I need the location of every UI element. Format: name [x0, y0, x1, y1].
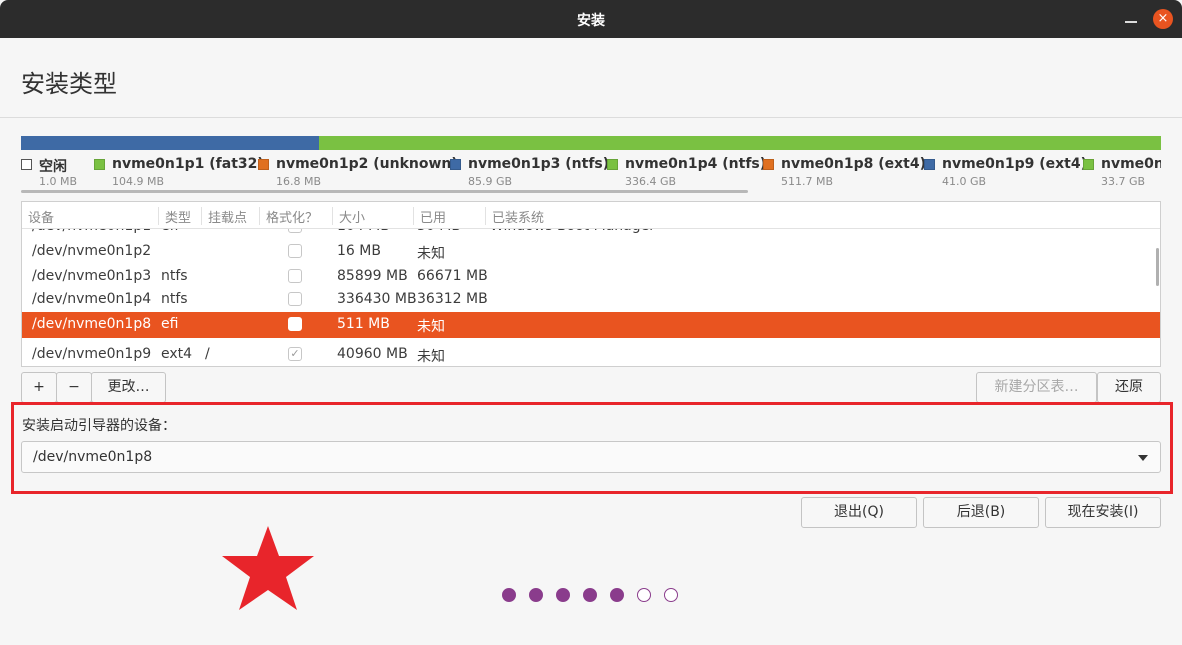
cell-type: ext4: [161, 346, 193, 362]
partition-table: 设备类型挂载点格式化？大小已用已装系统 /dev/nvme0n1p1efi104…: [21, 201, 1161, 367]
cell-size: 336430 MB: [337, 291, 417, 307]
cell-device: /dev/nvme0n1p2: [32, 243, 152, 259]
boot-loader-device-value: /dev/nvme0n1p8: [33, 449, 153, 465]
legend-partition-size: 41.0 GB: [942, 175, 987, 188]
cell-device: /dev/nvme0n1p4: [32, 291, 152, 307]
legend-swatch: [924, 159, 935, 170]
table-scrollbar[interactable]: [1156, 248, 1159, 286]
cell-size: 40960 MB: [337, 346, 408, 362]
header-col-format[interactable]: 格式化？: [259, 207, 318, 226]
progress-dot: [556, 588, 570, 602]
add-partition-button[interactable]: +: [21, 372, 57, 403]
table-row[interactable]: /dev/nvme0n1p2 16 MB 未知: [22, 239, 1160, 265]
legend-partition-name: nvme0n1p4 (ntfs): [625, 156, 767, 172]
legend-swatch: [258, 159, 269, 170]
header-col-system[interactable]: 已装系统: [485, 207, 544, 226]
legend-swatch: [607, 159, 618, 170]
progress-dot: [610, 588, 624, 602]
page-title: 安装类型: [21, 70, 117, 98]
legend-partition-name: nvme0n1: [1101, 156, 1161, 172]
table-row[interactable]: /dev/nvme0n1p4 ntfs 336430 MB 36312 MB: [22, 287, 1160, 313]
boot-loader-device-select[interactable]: /dev/nvme0n1p8: [21, 441, 1161, 473]
legend-swatch: [450, 159, 461, 170]
change-partition-button[interactable]: 更改…: [91, 372, 166, 403]
table-header: 设备 类型 挂载点 格式化？ 大小 已用 已装系统: [22, 202, 1160, 229]
header-col-used[interactable]: 已用: [413, 207, 446, 226]
partition-bar: [21, 136, 1161, 150]
cell-used: 36312 MB: [417, 291, 488, 307]
cell-used: 未知: [417, 246, 445, 262]
partition-segment: [319, 136, 1161, 150]
legend-partition-size: 336.4 GB: [625, 175, 677, 188]
legend-partition-size: 16.8 MB: [276, 175, 322, 188]
cell-used: 66671 MB: [417, 268, 488, 284]
header-col-type[interactable]: 类型: [158, 207, 191, 226]
minimize-icon[interactable]: [1122, 10, 1140, 28]
progress-dot: [637, 588, 651, 602]
cell-device: /dev/nvme0n1p8: [32, 316, 152, 332]
legend-partition-name: nvme0n1p2 (unknown): [276, 156, 458, 172]
cell-device: /dev/nvme0n1p9: [32, 346, 152, 362]
format-checkbox[interactable]: [288, 317, 302, 331]
partition-legend: 空闲 1.0 MB nvme0n1p1 (fat32) 104.9 MB nvme0n1…: [21, 156, 1161, 192]
close-icon[interactable]: ×: [1153, 9, 1173, 29]
cell-type: ntfs: [161, 268, 188, 284]
format-checkbox[interactable]: [288, 269, 302, 283]
cell-used: 未知: [417, 349, 445, 365]
cell-device: /dev/nvme0n1p3: [32, 268, 152, 284]
legend-partition-size: 511.7 MB: [781, 175, 834, 188]
table-row[interactable]: /dev/nvme0n1p9 ext4 / 40960 MB 未知 ✓: [22, 342, 1160, 366]
install-now-button[interactable]: 现在安装(I): [1045, 497, 1161, 528]
progress-dot: [664, 588, 678, 602]
revert-button[interactable]: 还原: [1097, 372, 1161, 403]
cell-size: 16 MB: [337, 243, 381, 259]
header-divider: [0, 117, 1182, 118]
new-partition-table-button[interactable]: 新建分区表…: [976, 372, 1097, 403]
back-button[interactable]: 后退(B): [923, 497, 1039, 528]
cell-type: ntfs: [161, 291, 188, 307]
header-col-size[interactable]: 大小: [332, 207, 365, 226]
cell-size: 511 MB: [337, 316, 390, 332]
partition-segment: [21, 136, 319, 150]
legend-scrollbar[interactable]: [21, 190, 748, 193]
legend-partition-name: nvme0n1p1 (fat32): [112, 156, 264, 172]
legend-swatch: [21, 159, 32, 170]
table-row[interactable]: /dev/nvme0n1p8 efi 511 MB 未知: [22, 312, 1160, 338]
cell-type: efi: [161, 316, 179, 332]
cell-used: 未知: [417, 319, 445, 335]
legend-swatch: [94, 159, 105, 170]
boot-loader-label: 安装启动引导器的设备：: [22, 418, 176, 434]
star-icon: [222, 526, 314, 610]
cell-size: 85899 MB: [337, 268, 408, 284]
legend-partition-name: 空闲: [39, 159, 67, 175]
legend-partition-name: nvme0n1p3 (ntfs): [468, 156, 610, 172]
quit-button[interactable]: 退出(Q): [801, 497, 917, 528]
chevron-down-icon: [1138, 455, 1148, 461]
legend-partition-name: nvme0n1p9 (ext4): [942, 156, 1088, 172]
format-checkbox[interactable]: ✓: [288, 347, 302, 361]
legend-partition-size: 85.9 GB: [468, 175, 513, 188]
remove-partition-button[interactable]: −: [56, 372, 92, 403]
progress-dot: [502, 588, 516, 602]
cell-mount: /: [205, 346, 210, 362]
legend-partition-size: 104.9 MB: [112, 175, 165, 188]
legend-swatch: [763, 159, 774, 170]
format-checkbox[interactable]: [288, 244, 302, 258]
format-checkbox[interactable]: [288, 292, 302, 306]
window-title: 安装: [577, 13, 605, 29]
legend-partition-size: 1.0 MB: [39, 175, 78, 188]
window-titlebar: 安装 ×: [0, 0, 1182, 38]
header-col-device[interactable]: 设备: [22, 207, 54, 226]
header-col-mount[interactable]: 挂载点: [201, 207, 247, 226]
progress-dot: [583, 588, 597, 602]
progress-dot: [529, 588, 543, 602]
legend-partition-size: 33.7 GB: [1101, 175, 1146, 188]
legend-partition-name: nvme0n1p8 (ext4): [781, 156, 927, 172]
legend-swatch: [1083, 159, 1094, 170]
